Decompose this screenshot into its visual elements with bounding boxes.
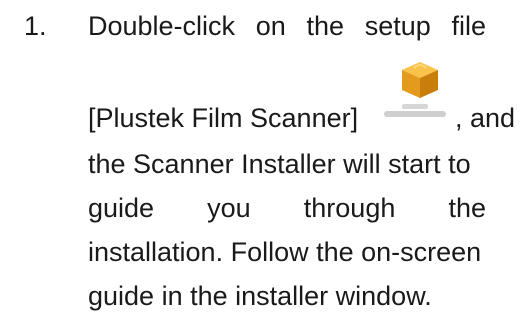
step-number: 1. <box>24 11 47 41</box>
instruction-line-4: guide you through the <box>88 190 486 226</box>
instruction-step: 1. Double-click on the setup file [Plust… <box>0 0 532 311</box>
word: the <box>306 11 345 41</box>
instruction-line-2-start: [Plustek Film Scanner] <box>88 103 359 133</box>
word: through <box>303 193 396 223</box>
word: file <box>451 11 486 41</box>
instruction-line-3: the Scanner Installer will start to <box>88 149 471 179</box>
word: Double-click <box>88 11 236 41</box>
instruction-line-1: Double-click on the setup file <box>88 8 486 44</box>
word: you <box>207 193 251 223</box>
word: the <box>448 193 486 223</box>
word: on <box>255 11 286 41</box>
word: guide <box>88 193 155 223</box>
installer-package-icon <box>396 58 444 110</box>
instruction-line-6: guide in the installer window. <box>88 281 432 311</box>
word: setup <box>364 11 431 41</box>
icon-caption-blur <box>380 104 450 118</box>
instruction-line-2-end: , and <box>455 103 516 133</box>
instruction-line-5: installation. Follow the on-screen <box>88 237 482 267</box>
